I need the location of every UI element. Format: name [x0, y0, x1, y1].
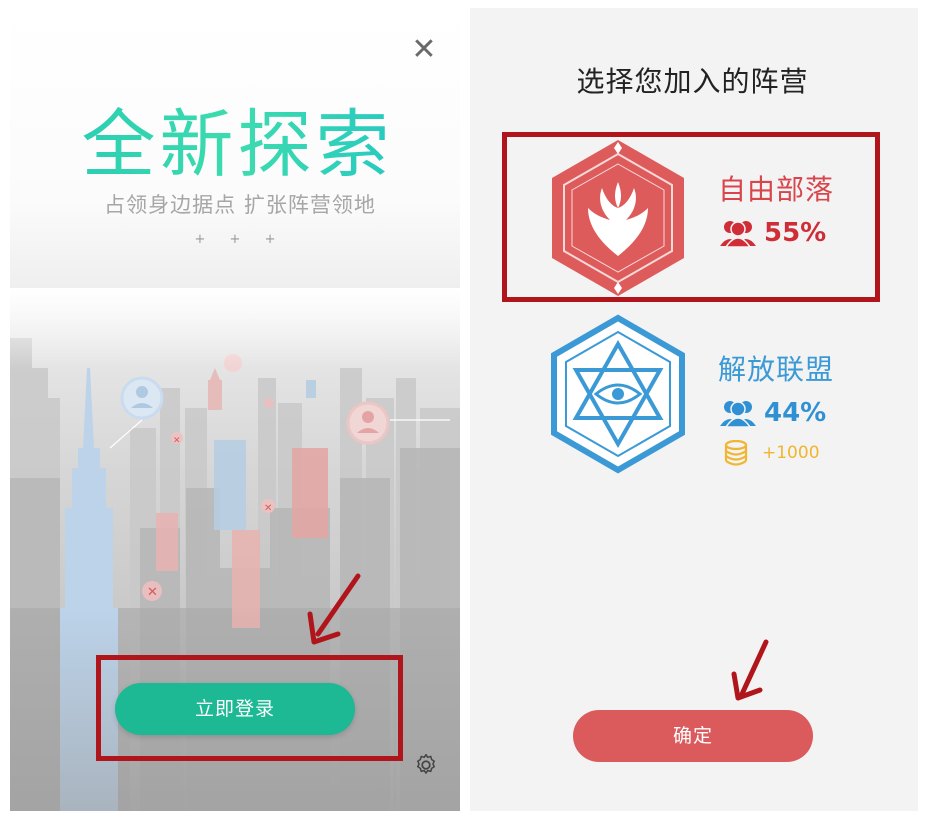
faction-percentage: 55% [718, 218, 826, 248]
gear-icon[interactable] [413, 752, 439, 778]
page-subtitle: 占领身边据点 扩张阵营领地 [104, 193, 376, 217]
faction-card-liberation-alliance[interactable]: 解放联盟 44% +1000 [510, 314, 870, 474]
coin-bonus-value: +1000 [762, 443, 820, 463]
decorative-plus-marks: + + + [194, 232, 286, 247]
phoenix-icon [552, 140, 684, 296]
faction-percent-value: 55% [764, 218, 827, 248]
page-title: 选择您加入的阵营 [576, 65, 809, 98]
faction-percentage: 44% [718, 398, 826, 428]
eye-star-icon [551, 314, 685, 474]
users-icon [720, 221, 756, 247]
close-icon[interactable]: ✕ [408, 34, 440, 66]
faction-name: 自由部落 [718, 173, 835, 206]
page-headline: 全新探索 [10, 100, 460, 190]
arrow-annotation-icon [307, 573, 361, 645]
svg-text:✕: ✕ [173, 436, 181, 446]
confirm-button[interactable]: 确定 [573, 710, 813, 762]
login-button[interactable]: 立即登录 [115, 683, 355, 735]
arrow-annotation-icon [731, 639, 769, 701]
svg-text:✕: ✕ [147, 585, 158, 600]
faction-name: 解放联盟 [718, 353, 835, 386]
coin-bonus: +1000 [724, 440, 820, 466]
users-icon [720, 401, 756, 427]
coin-stack-icon [724, 440, 748, 466]
faction-card-free-tribe[interactable]: 自由部落 55% [510, 138, 870, 298]
svg-text:✕: ✕ [264, 503, 272, 514]
faction-select-screen: 选择您加入的阵营 自由部落 55% 解放联盟 44% +1000 确定 [470, 8, 918, 811]
faction-percent-value: 44% [764, 398, 827, 428]
login-screen: ✕ ✕ ✕ ✕ 全新探索 占领身边据点 扩张阵营领地 + + + 立即登录 [10, 8, 460, 811]
